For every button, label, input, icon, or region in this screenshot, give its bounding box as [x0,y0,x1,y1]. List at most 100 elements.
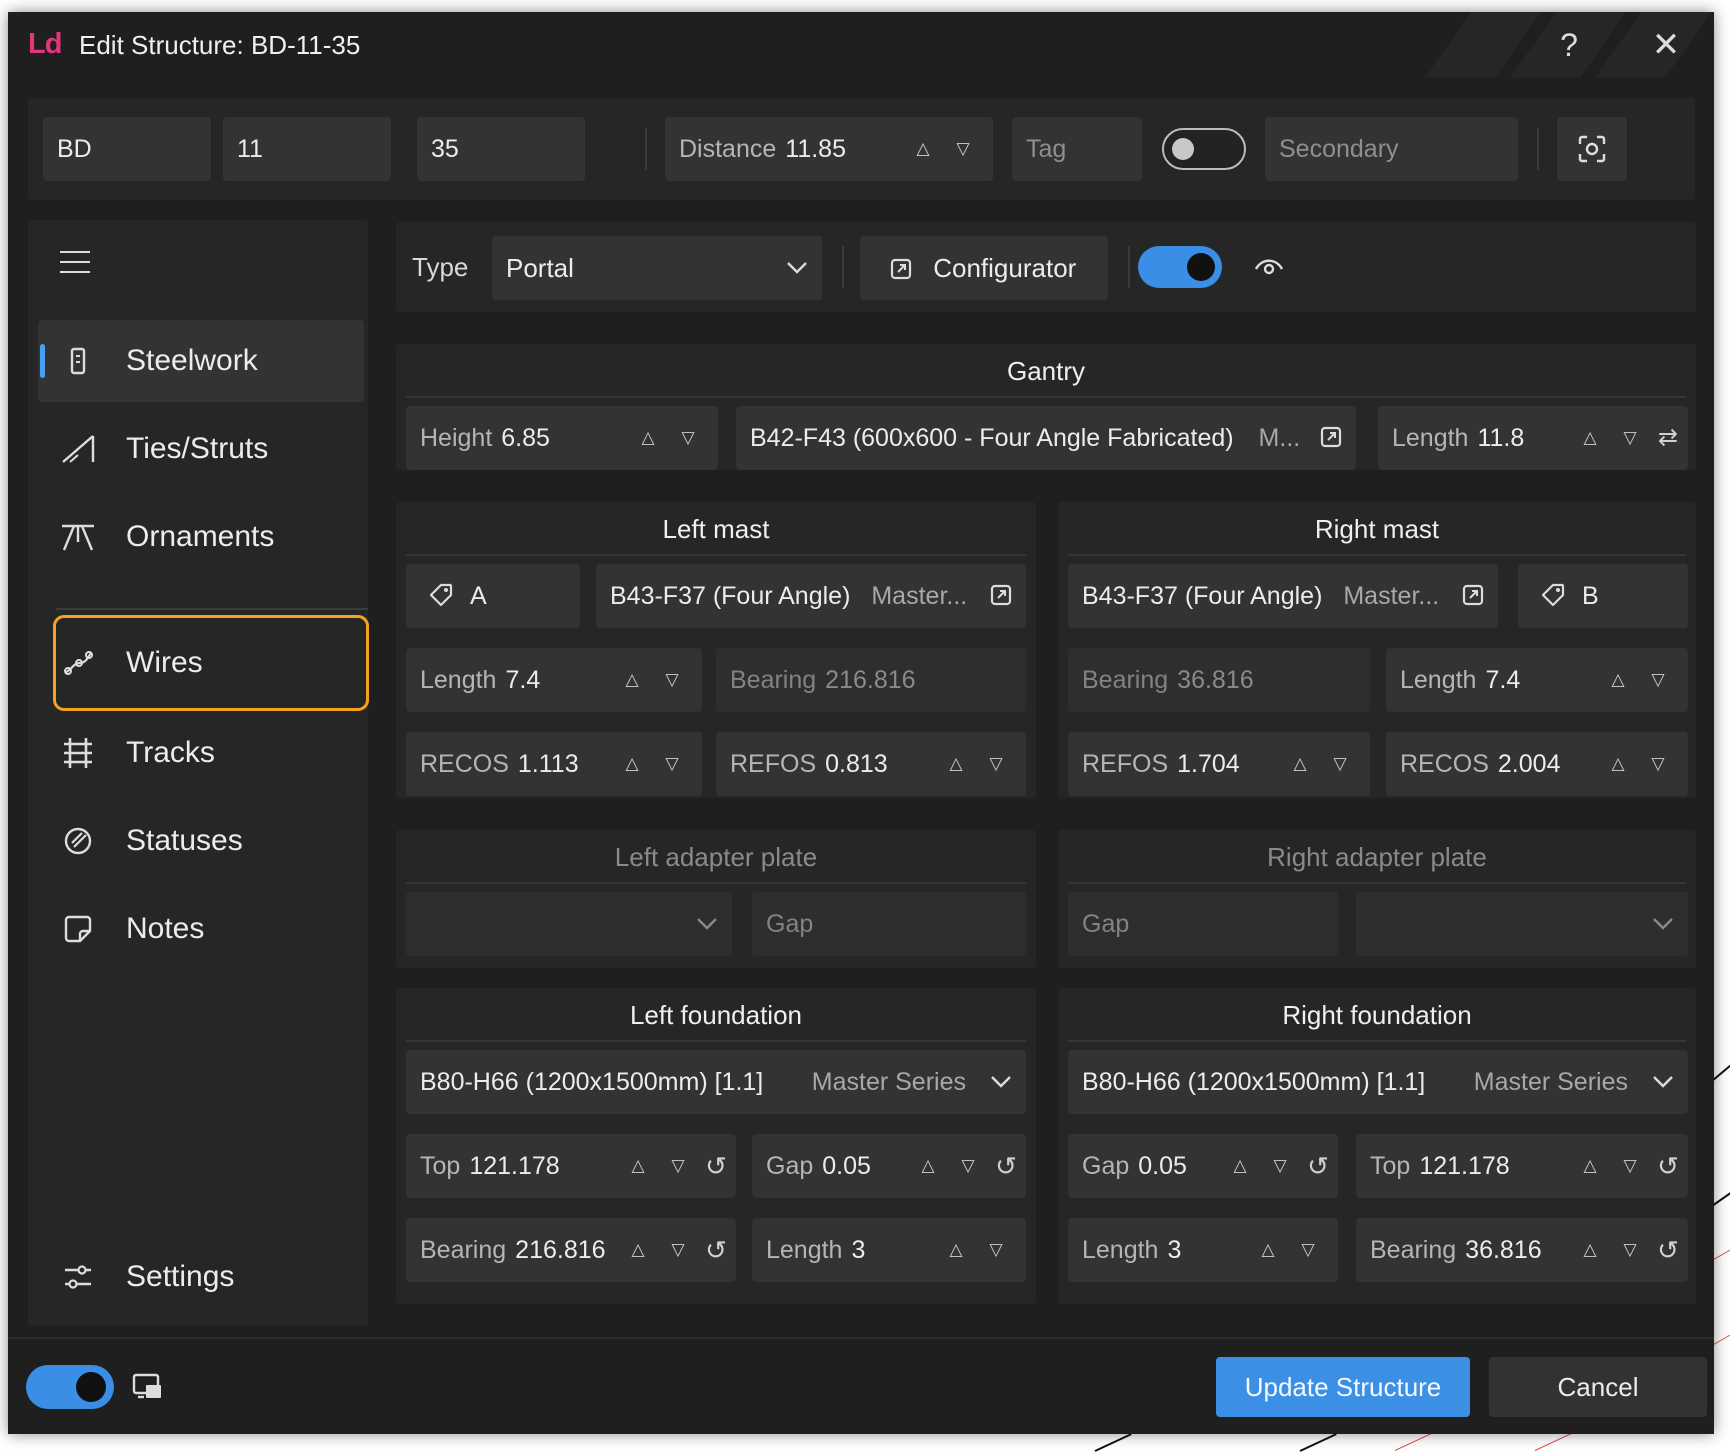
increment-icon[interactable]: △ [628,406,668,470]
sidebar-item-statuses[interactable]: Statuses [38,800,364,882]
top-value: 121.178 [1419,1152,1510,1180]
sidebar-item-tracks[interactable]: Tracks [38,712,364,794]
left-mast-refos-field[interactable]: REFOS 0.813 △ ▽ [716,732,1026,796]
sidebar-item-label: Settings [126,1260,235,1293]
increment-icon[interactable]: △ [903,117,943,181]
code1-field[interactable]: BD [43,117,211,181]
reset-icon[interactable]: ↺ [698,1134,734,1198]
tag-field[interactable]: Tag [1012,117,1142,181]
capture-button[interactable] [1557,117,1627,181]
reset-icon[interactable]: ↺ [1650,1134,1686,1198]
left-foundation-length-field[interactable]: Length 3 △ ▽ [752,1218,1026,1282]
decrement-icon[interactable]: ▽ [1288,1218,1328,1282]
type-select[interactable]: Portal [492,236,822,300]
sidebar-item-steelwork[interactable]: Steelwork [38,320,364,402]
increment-icon[interactable]: △ [612,732,652,796]
increment-icon[interactable]: △ [1220,1134,1260,1198]
right-mast-recos-field[interactable]: RECOS 2.004 △ ▽ [1386,732,1688,796]
reset-icon[interactable]: ↺ [698,1218,734,1282]
screen-share-icon[interactable] [132,1373,164,1401]
update-structure-button[interactable]: Update Structure [1216,1357,1470,1417]
code3-field[interactable]: 35 [417,117,585,181]
reset-icon[interactable]: ↺ [1650,1218,1686,1282]
increment-icon[interactable]: △ [936,1218,976,1282]
right-foundation-select[interactable]: B80-H66 (1200x1500mm) [1.1] Master Serie… [1068,1050,1688,1114]
right-foundation-length-field[interactable]: Length 3 △ ▽ [1068,1218,1338,1282]
left-mast-length-field[interactable]: Length 7.4 △ ▽ [406,648,702,712]
increment-icon[interactable]: △ [1570,406,1610,470]
external-link-icon[interactable] [1462,584,1484,606]
decrement-icon[interactable]: ▽ [948,1134,988,1198]
visibility-toggle[interactable] [1138,246,1222,288]
right-mast-refos-field[interactable]: REFOS 1.704 △ ▽ [1068,732,1370,796]
decrement-icon[interactable]: ▽ [1638,732,1678,796]
right-mast-tag-field[interactable]: B [1518,564,1688,628]
increment-icon[interactable]: △ [1570,1218,1610,1282]
gantry-beam-field[interactable]: B42-F43 (600x600 - Four Angle Fabricated… [736,406,1356,470]
left-foundation-gap-field[interactable]: Gap 0.05 △ ▽ ↺ [752,1134,1026,1198]
increment-icon[interactable]: △ [1598,732,1638,796]
left-mast-recos-field[interactable]: RECOS 1.113 △ ▽ [406,732,702,796]
decrement-icon[interactable]: ▽ [976,732,1016,796]
cancel-button[interactable]: Cancel [1489,1357,1707,1417]
sidebar-item-settings[interactable]: Settings [38,1236,364,1318]
reset-icon[interactable]: ↺ [1300,1134,1336,1198]
external-link-icon[interactable] [1320,426,1342,448]
decrement-icon[interactable]: ▽ [1260,1134,1300,1198]
decrement-icon[interactable]: ▽ [1320,732,1360,796]
increment-icon[interactable]: △ [1280,732,1320,796]
right-foundation-gap-field[interactable]: Gap 0.05 △ ▽ ↺ [1068,1134,1338,1198]
increment-icon[interactable]: △ [1248,1218,1288,1282]
configurator-button[interactable]: Configurator [860,236,1108,300]
increment-icon[interactable]: △ [1598,648,1638,712]
right-foundation-top-field[interactable]: Top 121.178 △ ▽ ↺ [1356,1134,1688,1198]
increment-icon[interactable]: △ [612,648,652,712]
increment-icon[interactable]: △ [908,1134,948,1198]
distance-field[interactable]: Distance 11.85 △ ▽ [665,117,993,181]
secondary-field[interactable]: Secondary [1265,117,1518,181]
decrement-icon[interactable]: ▽ [658,1134,698,1198]
increment-icon[interactable]: △ [618,1218,658,1282]
menu-icon[interactable] [60,248,90,273]
sidebar-item-notes[interactable]: Notes [38,888,364,970]
decrement-icon[interactable]: ▽ [668,406,708,470]
decrement-icon[interactable]: ▽ [652,732,692,796]
left-foundation-bearing-field[interactable]: Bearing 216.816 △ ▽ ↺ [406,1218,736,1282]
footer-toggle[interactable] [26,1365,114,1409]
divider [645,128,647,170]
increment-icon[interactable]: △ [936,732,976,796]
increment-icon[interactable]: △ [618,1134,658,1198]
reset-icon[interactable]: ↺ [988,1134,1024,1198]
gantry-length-field[interactable]: Length 11.8 △ ▽ ⇄ [1378,406,1688,470]
sidebar-item-label: Ornaments [126,520,275,553]
length-label: Length [420,666,497,694]
sidebar-item-ties-struts[interactable]: Ties/Struts [38,408,364,490]
left-mast-type-field[interactable]: B43-F37 (Four Angle) Master... [596,564,1026,628]
code2-field[interactable]: 11 [223,117,391,181]
increment-icon[interactable]: △ [1570,1134,1610,1198]
left-foundation-select[interactable]: B80-H66 (1200x1500mm) [1.1] Master Serie… [406,1050,1026,1114]
swap-icon[interactable]: ⇄ [1650,406,1686,470]
decrement-icon[interactable]: ▽ [652,648,692,712]
left-mast-tag-field[interactable]: A [406,564,580,628]
decrement-icon[interactable]: ▽ [1610,1134,1650,1198]
sidebar-item-ornaments[interactable]: Ornaments [38,496,364,578]
decrement-icon[interactable]: ▽ [976,1218,1016,1282]
close-icon[interactable]: ✕ [1641,20,1691,70]
sidebar-item-wires[interactable]: Wires [53,615,369,711]
eye-icon[interactable] [1254,256,1284,278]
secondary-toggle[interactable] [1162,128,1246,170]
right-mast-type-field[interactable]: B43-F37 (Four Angle) Master... [1068,564,1498,628]
help-icon[interactable]: ? [1544,20,1594,70]
decrement-icon[interactable]: ▽ [1610,1218,1650,1282]
decrement-icon[interactable]: ▽ [658,1218,698,1282]
right-mast-length-field[interactable]: Length 7.4 △ ▽ [1386,648,1688,712]
external-link-icon[interactable] [990,584,1012,606]
decrement-icon[interactable]: ▽ [1638,648,1678,712]
decrement-icon[interactable]: ▽ [943,117,983,181]
decrement-icon[interactable]: ▽ [1610,406,1650,470]
left-foundation-panel: Left foundation B80-H66 (1200x1500mm) [1… [396,988,1036,1304]
gantry-height-field[interactable]: Height 6.85 △ ▽ [406,406,718,470]
right-foundation-bearing-field[interactable]: Bearing 36.816 △ ▽ ↺ [1356,1218,1688,1282]
left-foundation-top-field[interactable]: Top 121.178 △ ▽ ↺ [406,1134,736,1198]
